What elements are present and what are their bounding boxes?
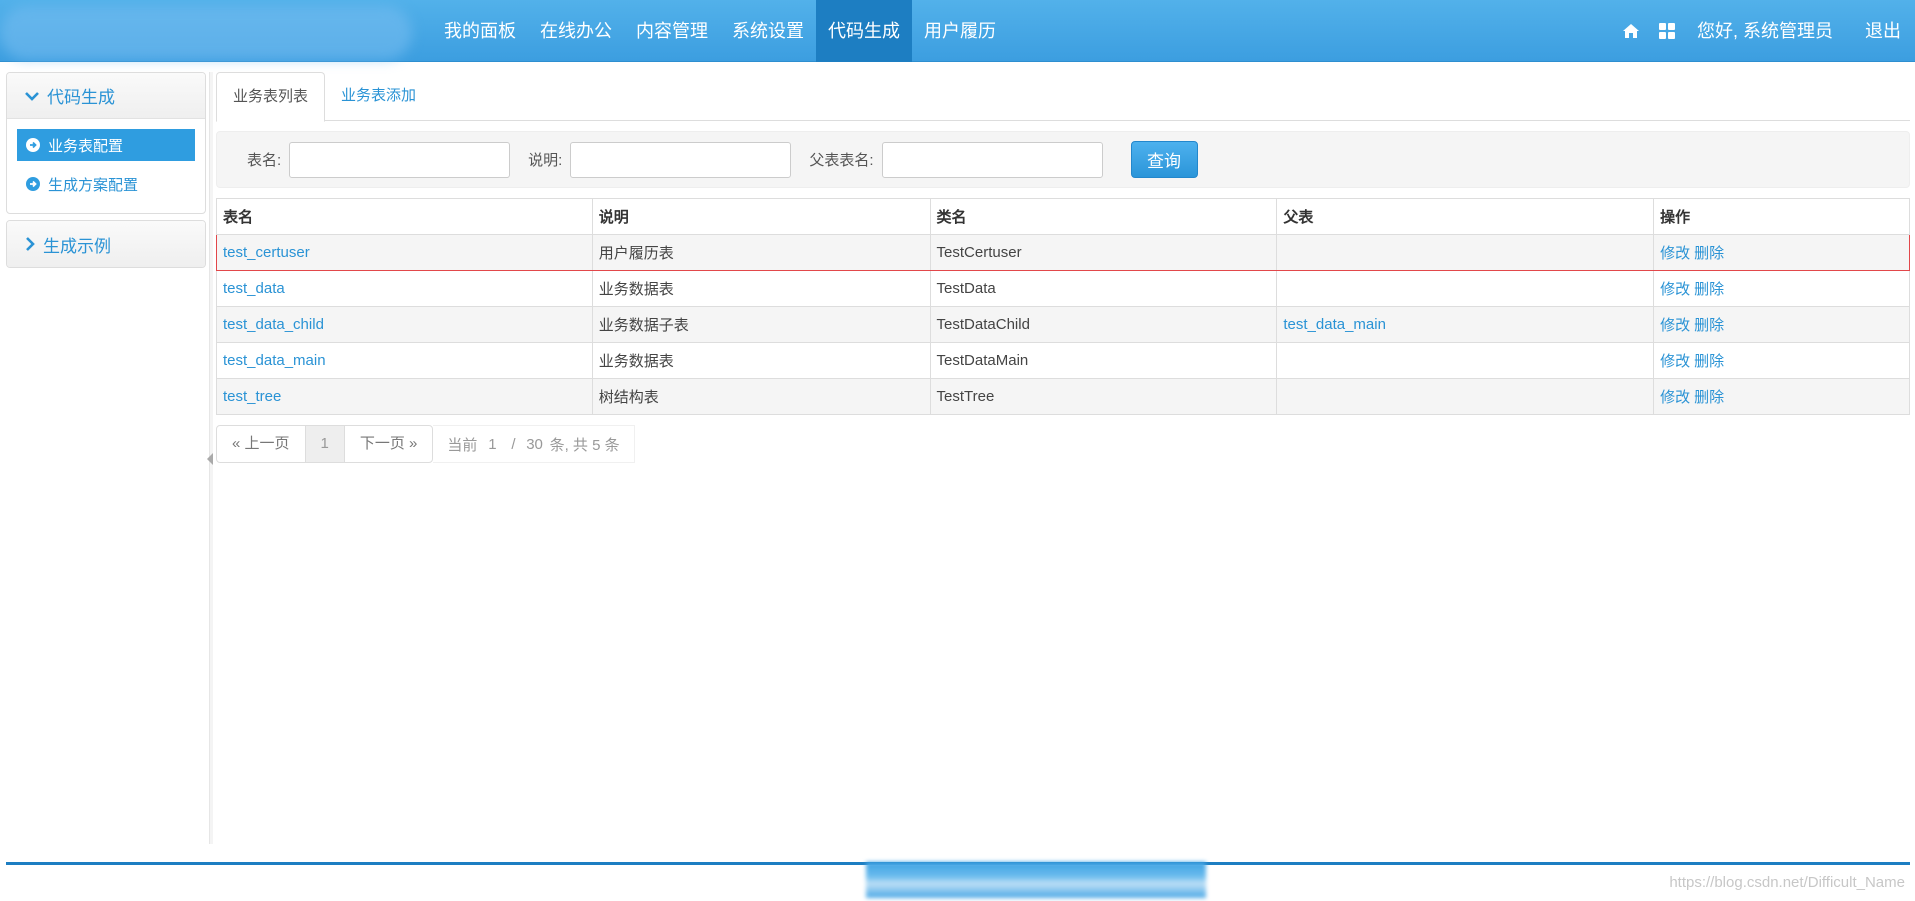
delete-link[interactable]: 删除 [1694,245,1724,262]
logout-link[interactable]: 退出 [1853,0,1915,62]
sidebar-group-body: 业务表配置 生成方案配置 [7,119,205,213]
table-comment: 业务数据表 [591,342,931,379]
main-menu: 我的面板 在线办公 内容管理 系统设置 代码生成 用户履历 [432,0,1008,62]
delete-link[interactable]: 删除 [1694,353,1724,370]
page-number-current[interactable]: 1 [304,425,345,463]
table-list: 表名 说明 类名 父表 操作 test_certuser 用户履历表 TestC… [216,198,1910,415]
table-name-link[interactable]: test_data_main [223,352,326,369]
sidebar-group-code-generation: 代码生成 业务表配置 生成方案配置 [6,72,206,214]
watermark-text: https://blog.csdn.net/Difficult_Name [1669,874,1905,891]
table-name-label: 表名: [247,152,282,169]
nav-item-system-settings[interactable]: 系统设置 [720,0,816,62]
sidebar-item-scheme-config[interactable]: 生成方案配置 [17,168,195,200]
page-number-input[interactable] [477,430,508,458]
search-button[interactable]: 查询 [1130,141,1198,178]
nav-item-user-history[interactable]: 用户履历 [912,0,1008,62]
parent-table-input[interactable] [881,141,1103,178]
table-comment: 业务数据子表 [591,306,931,343]
chevron-down-icon [25,91,39,101]
tab-bar: 业务表列表 业务表添加 [216,72,1910,122]
sidebar-item-label: 生成方案配置 [48,176,139,194]
table-comment: 树结构表 [591,378,931,415]
main-content: 业务表列表 业务表添加 表名: 说明: 父表表名: 查询 表名 说明 类名 父表… [216,72,1910,463]
table-name-input[interactable] [289,141,511,178]
column-header-name[interactable]: 表名 [216,198,593,235]
sidebar-group-examples: 生成示例 [6,220,206,268]
sidebar-group-header[interactable]: 代码生成 [7,73,205,119]
table-row: test_tree 树结构表 TestTree 修改 删除 [216,378,1910,415]
edit-link[interactable]: 修改 [1660,281,1690,298]
page-separator: / [511,435,516,453]
table-class: TestData [929,270,1278,307]
chevron-right-icon [26,237,35,251]
page-size-input[interactable] [519,430,550,458]
sidebar-group-title: 代码生成 [47,88,115,107]
tab-table-add[interactable]: 业务表添加 [325,72,432,121]
delete-link[interactable]: 删除 [1694,389,1724,406]
table-class: TestDataChild [929,306,1278,343]
nav-right: 您好, 系统管理员 退出 [1613,0,1915,62]
column-header-actions: 操作 [1653,198,1910,235]
column-header-parent[interactable]: 父表 [1276,198,1655,235]
edit-link[interactable]: 修改 [1660,317,1690,334]
search-form: 表名: 说明: 父表表名: 查询 [216,131,1910,188]
sidebar-item-table-config[interactable]: 业务表配置 [17,129,195,161]
sidebar: 代码生成 业务表配置 生成方案配置 生成示例 [6,72,206,274]
table-name-link[interactable]: test_data_child [223,316,324,333]
total-count-text: 条, 共 5 条 [549,436,620,454]
footer-copyright-area [866,862,1206,898]
home-icon[interactable] [1613,0,1649,62]
arrow-circle-icon [26,177,40,191]
tab-table-list[interactable]: 业务表列表 [216,72,326,122]
pagination: « 上一页 1 下一页 » 当前 / 条, 共 5 条 [216,425,1910,463]
grid-icon[interactable] [1649,0,1685,62]
table-name-link[interactable]: test_certuser [223,244,310,261]
nav-item-online-office[interactable]: 在线办公 [528,0,624,62]
sidebar-item-label: 业务表配置 [48,137,124,155]
edit-link[interactable]: 修改 [1660,389,1690,406]
sidebar-group-header[interactable]: 生成示例 [7,221,205,267]
collapse-sidebar-icon[interactable] [207,453,213,465]
table-row: test_certuser 用户履历表 TestCertuser 修改 删除 [216,234,1910,271]
brand-logo-area [0,6,412,60]
edit-link[interactable]: 修改 [1660,353,1690,370]
nav-item-code-generation[interactable]: 代码生成 [816,0,912,62]
table-name-link[interactable]: test_data [223,280,285,297]
table-class: TestTree [929,378,1278,415]
comment-input[interactable] [570,141,792,178]
comment-label: 说明: [528,152,563,169]
sidebar-group-title: 生成示例 [43,236,111,256]
table-comment: 用户履历表 [591,234,931,271]
parent-table-label: 父表表名: [809,152,874,169]
arrow-circle-icon [26,138,40,152]
parent-table-link[interactable]: test_data_main [1283,316,1386,333]
table-row: test_data_main 业务数据表 TestDataMain 修改 删除 [216,342,1910,379]
table-header-row: 表名 说明 类名 父表 操作 [216,198,1910,235]
delete-link[interactable]: 删除 [1694,281,1724,298]
current-label: 当前 [447,436,478,454]
next-page-button[interactable]: 下一页 » [343,425,434,463]
nav-item-content-management[interactable]: 内容管理 [624,0,720,62]
column-header-class[interactable]: 类名 [929,198,1278,235]
table-class: TestDataMain [929,342,1278,379]
delete-link[interactable]: 删除 [1694,317,1724,334]
top-navbar: 我的面板 在线办公 内容管理 系统设置 代码生成 用户履历 您好, 系统管理员 … [0,0,1915,62]
table-name-link[interactable]: test_tree [223,388,281,405]
table-row: test_data 业务数据表 TestData 修改 删除 [216,270,1910,307]
nav-item-dashboard[interactable]: 我的面板 [432,0,528,62]
column-header-comment[interactable]: 说明 [591,198,931,235]
table-row: test_data_child 业务数据子表 TestDataChild tes… [216,306,1910,343]
pagination-info: 当前 / 条, 共 5 条 [433,425,635,463]
user-greeting[interactable]: 您好, 系统管理员 [1685,0,1845,62]
table-comment: 业务数据表 [591,270,931,307]
edit-link[interactable]: 修改 [1660,245,1690,262]
table-class: TestCertuser [929,234,1278,271]
prev-page-button[interactable]: « 上一页 [216,425,306,463]
